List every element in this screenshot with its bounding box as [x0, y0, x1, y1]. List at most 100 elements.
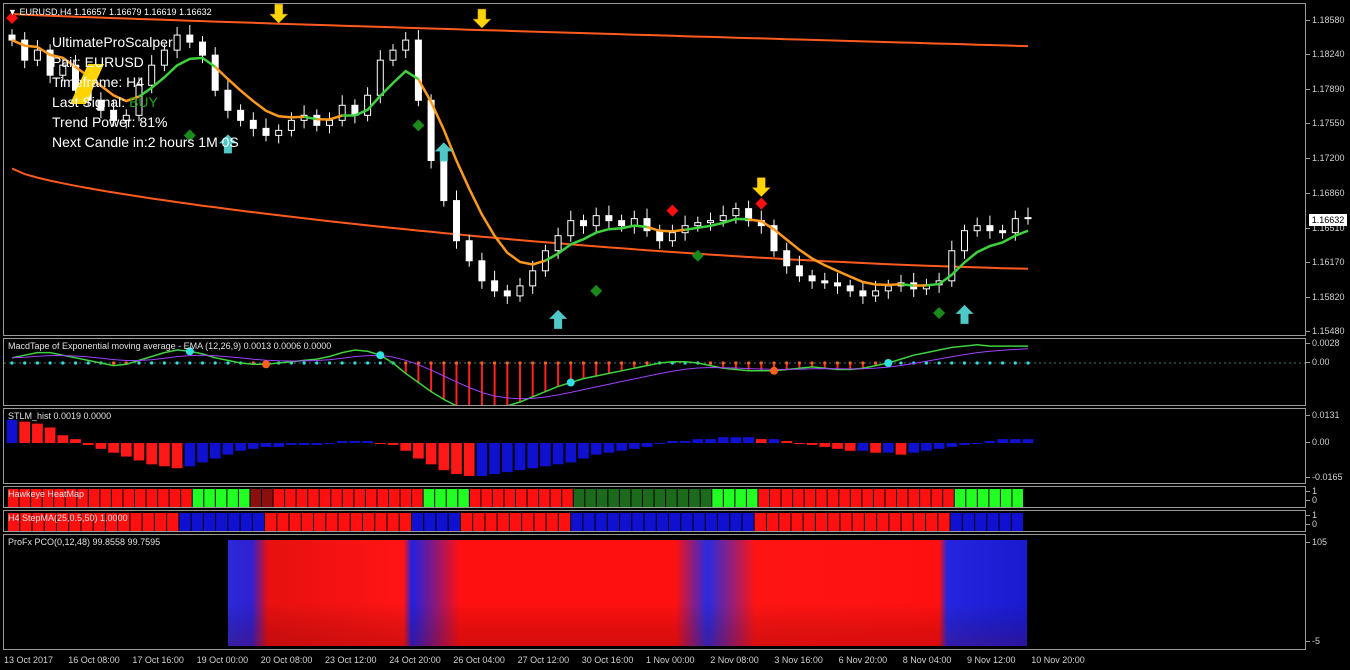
stepma-cell	[840, 513, 852, 531]
candle-body	[846, 285, 854, 292]
stepma-cell	[448, 513, 460, 531]
candle-body	[249, 119, 257, 129]
heatmap-cell	[897, 489, 908, 507]
heatmap-cell	[88, 489, 100, 507]
stlm-bar	[590, 443, 602, 455]
stepma-cell	[375, 513, 387, 531]
price-pane[interactable]: ▼ EURUSD,H4 1.16657 1.16679 1.16619 1.16…	[3, 3, 1306, 336]
macd-tape-dot	[10, 361, 14, 365]
candle-body	[580, 220, 587, 227]
pco-label: ProFx PCO(0,12,48) 99.8558 99.7595	[8, 537, 161, 547]
candle-body	[986, 225, 994, 232]
heatmap-cell	[631, 489, 642, 507]
macd-cross-dot	[566, 378, 575, 387]
macd-tape-dot	[734, 361, 738, 365]
macd-tape-dot	[581, 361, 586, 365]
time-tick: 17 Oct 16:00	[132, 655, 184, 665]
stlm-pane[interactable]: STLM_hist 0.0019 0.0000	[3, 408, 1306, 484]
candle-body	[694, 222, 702, 227]
heatmap-cell	[1012, 489, 1023, 507]
stlm-bar	[260, 443, 272, 447]
heatmap-cell	[146, 489, 158, 507]
heatmap-cell	[677, 489, 689, 507]
heatmap-cell	[943, 489, 954, 507]
stlm-bar	[247, 443, 259, 449]
lower-band-line	[11, 167, 1029, 270]
candle-body	[338, 104, 346, 121]
stepma-cell	[742, 513, 754, 531]
macd-tape-dot	[835, 361, 840, 365]
candle-body	[287, 119, 295, 131]
stepma-cell	[191, 513, 203, 531]
stlm-bar	[514, 443, 526, 471]
macd-tape-dot	[975, 361, 979, 365]
macd-tape-dot	[1026, 361, 1030, 365]
stlm-bar	[755, 439, 767, 443]
time-tick: 10 Nov 20:00	[1031, 655, 1085, 665]
heatmap-cell	[365, 489, 377, 507]
heatmap-label: Hawkeye HeatMap	[8, 489, 85, 499]
time-tick: 1 Nov 00:00	[646, 655, 695, 665]
stlm-bar	[197, 443, 208, 463]
heatmap-cell	[262, 489, 273, 507]
stepma-cell	[791, 513, 803, 531]
candle-body	[973, 225, 981, 232]
heatmap-cell	[273, 489, 285, 507]
heatmap-cell	[423, 489, 435, 507]
stlm-bar	[425, 443, 437, 465]
stlm-bar	[781, 441, 793, 443]
stlm-bar	[997, 439, 1008, 443]
macd-tape-dot	[861, 361, 865, 365]
heatmap-cell	[562, 489, 573, 507]
stepma-cell	[362, 513, 375, 531]
stlm-bar	[44, 427, 56, 443]
heatmap-cell	[885, 489, 896, 507]
stepma-cell	[436, 513, 448, 531]
heatmap-cell	[873, 489, 885, 507]
heatmap-cell	[319, 489, 331, 507]
stlm-tick-zero: 0.00	[1306, 437, 1330, 447]
candle-body	[808, 275, 816, 282]
stlm-bar	[273, 443, 285, 447]
signal-line-orange	[646, 225, 686, 233]
stepma-cell	[485, 513, 497, 531]
heatmap-cell	[100, 489, 111, 507]
heatmap-cell	[619, 489, 631, 507]
heatmap-pane[interactable]: Hawkeye HeatMap	[3, 486, 1306, 508]
stepma-cell	[595, 513, 607, 531]
candle-body	[364, 94, 372, 116]
stepma-cell	[130, 513, 142, 531]
stepma-bars	[8, 513, 1023, 531]
macd-tape-dot	[73, 361, 78, 365]
stlm-bar	[19, 421, 31, 443]
stepma-cell	[877, 513, 889, 531]
candle-body	[516, 285, 524, 297]
macd-tape-dot	[937, 361, 941, 365]
pco-pane[interactable]: ProFx PCO(0,12,48) 99.8558 99.7595	[3, 534, 1306, 650]
heatmap-cell	[354, 489, 365, 507]
stepma-pane[interactable]: H4 StepMA(25,0.5,50) 1.0000	[3, 510, 1306, 532]
stepma-cell	[460, 513, 473, 531]
heatmap-tick-0: 0	[1305, 495, 1318, 505]
stlm-bar	[603, 443, 615, 453]
heatmap-cell	[839, 489, 850, 507]
stlm-bar	[222, 443, 234, 455]
stlm-tick-bottom: -0.0165	[1306, 472, 1343, 482]
time-tick: 20 Oct 08:00	[260, 655, 313, 665]
stepma-cell	[975, 513, 987, 531]
candle-body	[605, 215, 613, 222]
macd-tape-dot	[353, 361, 357, 365]
time-tick: 9 Nov 12:00	[967, 655, 1016, 665]
heatmap-cell	[481, 489, 492, 507]
stepma-cell	[620, 513, 632, 531]
macd-tape-dot	[226, 361, 230, 365]
macd-tape-dot	[404, 361, 408, 365]
stepma-cell	[289, 513, 301, 531]
time-tick: 13 Oct 2017	[4, 655, 54, 665]
stlm-axis: 0.0131 0.00 -0.0165	[1306, 408, 1350, 484]
stepma-cell	[632, 513, 644, 531]
heatmap-cell	[770, 489, 781, 507]
macd-pane[interactable]: MacdTape of Exponential moving average -…	[3, 338, 1306, 406]
dropdown-triangle-icon[interactable]: ▼	[8, 7, 17, 17]
macd-tape-dot	[747, 361, 751, 365]
